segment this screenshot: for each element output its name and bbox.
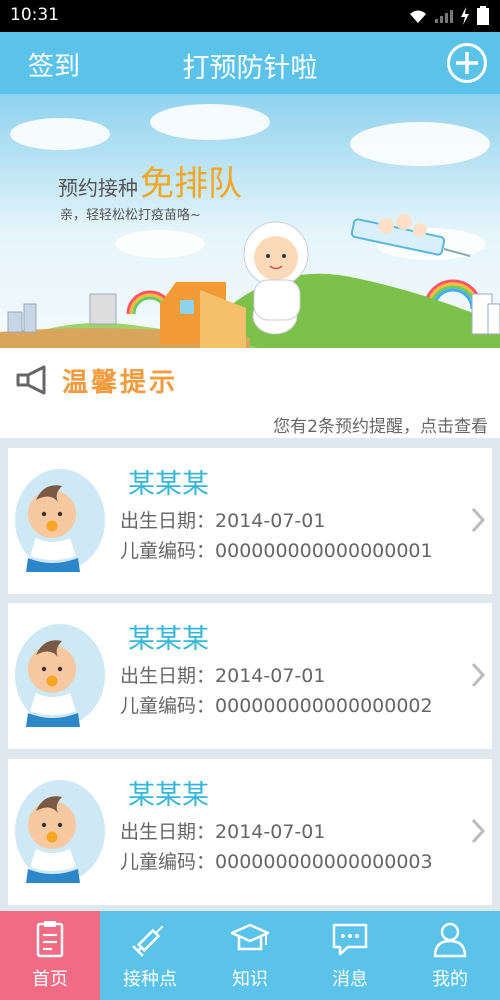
child-code: 儿童编码：000000000000000003 <box>120 847 433 874</box>
tab-knowledge[interactable]: 知识 <box>200 911 300 1000</box>
tips-section: 温馨提示 您有2条预约提醒，点击查看 <box>0 348 500 438</box>
tab-label: 首页 <box>32 969 68 990</box>
child-card[interactable]: 某某某 出生日期：2014-07-01 儿童编码：000000000000000… <box>8 603 492 749</box>
bottom-tab-bar: 首页 接种点 知识 消息 我的 <box>0 911 500 1000</box>
child-avatar <box>15 469 105 572</box>
tab-label: 知识 <box>232 969 268 990</box>
child-code: 儿童编码：000000000000000002 <box>120 691 433 718</box>
code-label: 儿童编码： <box>120 540 216 562</box>
chevron-right-icon <box>471 662 486 688</box>
nav-bar: 签到 打预防针啦 <box>0 32 500 94</box>
tips-title: 温馨提示 <box>62 368 179 398</box>
birth-label: 出生日期： <box>120 821 216 843</box>
birth-label: 出生日期： <box>120 510 216 532</box>
charging-icon <box>461 7 469 25</box>
code-label: 儿童编码： <box>120 851 216 873</box>
promo-banner[interactable]: 预约接种免排队 亲，轻轻松松打疫苗咯~ <box>0 94 500 348</box>
child-code: 儿童编码：000000000000000001 <box>120 536 433 563</box>
child-name: 某某某 <box>128 469 209 500</box>
code-value: 000000000000000003 <box>215 851 433 873</box>
child-birth: 出生日期：2014-07-01 <box>120 661 325 688</box>
tab-home[interactable]: 首页 <box>0 911 100 1000</box>
tab-label: 消息 <box>332 969 368 990</box>
user-icon <box>433 922 467 958</box>
child-birth: 出生日期：2014-07-01 <box>120 506 325 533</box>
child-card[interactable]: 某某某 出生日期：2014-07-01 儿童编码：000000000000000… <box>8 448 492 594</box>
birth-value: 2014-07-01 <box>215 821 326 843</box>
banner-headline-small: 预约接种 <box>58 176 138 200</box>
tab-clinics[interactable]: 接种点 <box>100 911 200 1000</box>
status-bar: 10:31 <box>0 0 500 32</box>
banner-headline-big: 免排队 <box>140 164 242 204</box>
tab-label: 接种点 <box>123 969 177 990</box>
child-avatar <box>15 780 105 883</box>
status-icons <box>408 6 490 26</box>
tab-label: 我的 <box>432 969 468 990</box>
chevron-right-icon <box>471 507 486 533</box>
child-card[interactable]: 某某某 出生日期：2014-07-01 儿童编码：000000000000000… <box>8 759 492 905</box>
status-time: 10:31 <box>10 5 59 25</box>
signal-icon <box>435 10 453 23</box>
wifi-icon <box>410 10 426 23</box>
page-title: 打预防针啦 <box>182 53 318 84</box>
child-birth: 出生日期：2014-07-01 <box>120 817 325 844</box>
banner-subline: 亲，轻轻松松打疫苗咯~ <box>60 208 201 223</box>
tab-messages[interactable]: 消息 <box>300 911 400 1000</box>
child-avatar <box>15 624 105 727</box>
banner-headline: 预约接种免排队 <box>58 156 242 205</box>
birth-value: 2014-07-01 <box>215 665 326 687</box>
child-name: 某某某 <box>128 624 209 655</box>
chat-bubble-icon <box>332 923 368 956</box>
birth-label: 出生日期： <box>120 665 216 687</box>
tab-profile[interactable]: 我的 <box>400 911 500 1000</box>
add-child-button[interactable] <box>446 42 488 84</box>
reminder-marquee[interactable]: 您有2条预约提醒，点击查看 <box>0 412 488 437</box>
code-value: 000000000000000001 <box>215 540 433 562</box>
birth-value: 2014-07-01 <box>215 510 326 532</box>
megaphone-icon <box>16 365 46 395</box>
child-name: 某某某 <box>128 780 209 811</box>
clipboard-icon <box>36 921 64 958</box>
battery-icon <box>477 6 489 25</box>
syringe-icon <box>132 925 164 957</box>
chevron-right-icon <box>471 818 486 844</box>
code-label: 儿童编码： <box>120 695 216 717</box>
code-value: 000000000000000002 <box>215 695 433 717</box>
graduation-cap-icon <box>230 923 270 951</box>
